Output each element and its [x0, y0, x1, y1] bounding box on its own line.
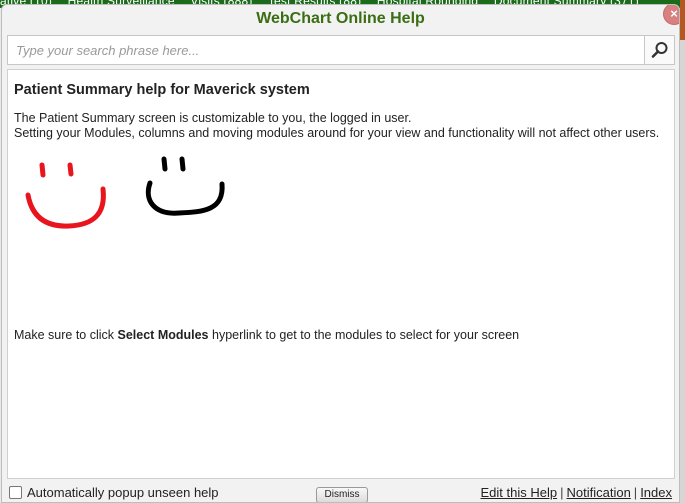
background-right-bar: [680, 0, 685, 40]
help-dialog: WebChart Online Help Patient Summary hel…: [1, 4, 680, 503]
close-button[interactable]: ×: [663, 5, 679, 25]
help-heading: Patient Summary help for Maverick system: [14, 82, 310, 98]
search-icon: [651, 42, 667, 58]
paragraph-line: The Patient Summary screen is customizab…: [14, 111, 412, 125]
search-input[interactable]: [8, 36, 644, 64]
auto-popup-label: Automatically popup unseen help: [27, 485, 219, 500]
instruction-suffix: hyperlink to get to the modules to selec…: [208, 328, 520, 342]
instruction-text: Make sure to click Select Modules hyperl…: [14, 328, 668, 343]
auto-popup-option: Automatically popup unseen help: [2, 485, 219, 500]
link-separator: |: [560, 485, 564, 500]
auto-popup-checkbox[interactable]: [9, 486, 22, 499]
red-smiley: [25, 162, 106, 229]
instruction-bold: Select Modules: [117, 328, 209, 342]
help-paragraph: The Patient Summary screen is customizab…: [14, 111, 668, 141]
instruction-prefix: Make sure to click: [14, 328, 118, 342]
index-link[interactable]: Index: [640, 485, 672, 500]
smiley-image: [25, 156, 225, 229]
edit-help-link[interactable]: Edit this Help: [481, 485, 558, 500]
dismiss-button[interactable]: Dismiss: [316, 487, 368, 502]
help-content: Patient Summary help for Maverick system…: [7, 69, 675, 479]
footer-links: Edit this Help | Notification | Index: [481, 485, 673, 500]
dialog-footer: Automatically popup unseen help Dismiss …: [2, 481, 679, 502]
smiley-drawings: [14, 155, 668, 265]
search-bar: [7, 35, 675, 65]
dialog-title: WebChart Online Help: [256, 10, 425, 27]
close-icon: ×: [670, 6, 678, 21]
notification-link[interactable]: Notification: [566, 485, 630, 500]
black-smiley: [145, 156, 225, 216]
paragraph-line: Setting your Modules, columns and moving…: [14, 126, 660, 140]
search-button[interactable]: [644, 36, 674, 64]
link-separator: |: [633, 485, 638, 500]
